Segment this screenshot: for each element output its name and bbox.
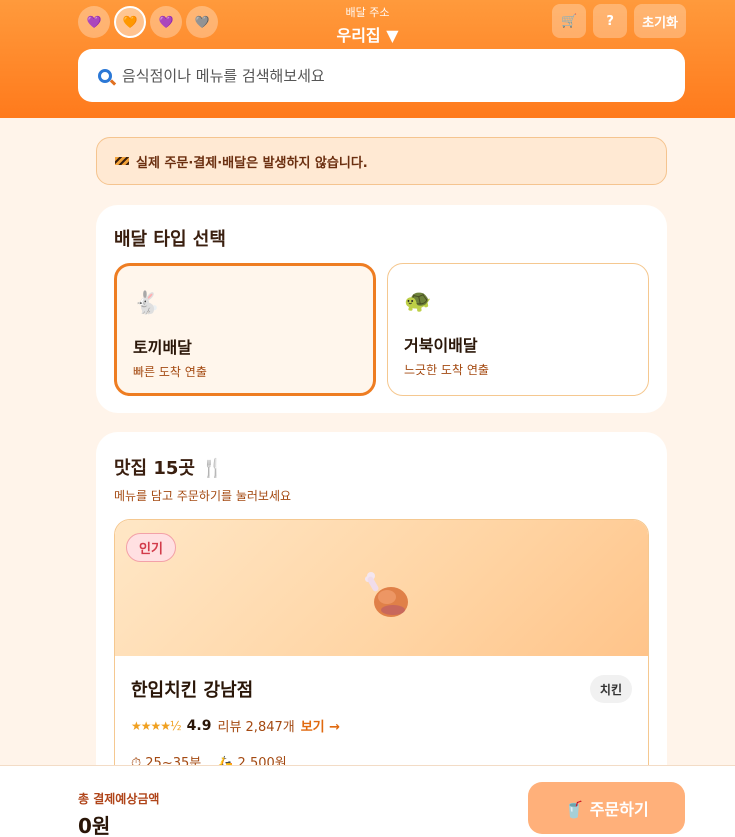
- delivery-option-turtle[interactable]: 🐢 거북이배달 느긋한 도착 연출: [387, 263, 649, 396]
- total-label: 총 결제예상금액: [78, 792, 160, 806]
- delivery-type-title: 배달 타입 선택: [114, 229, 226, 250]
- order-button[interactable]: 🥤 주문하기: [528, 782, 685, 834]
- notice-text: 실제 주문·결제·배달은 발생하지 않습니다.: [136, 155, 368, 171]
- top-actions: 🛒 ? 초기화: [552, 4, 686, 38]
- top-header: 💜 🧡 💜 🩶 배달 주소 우리집 ▼ 🛒 ? 초기화 음식점이나 메뉴를 검색…: [0, 0, 735, 118]
- delivery-option-desc: 느긋한 도착 연출: [404, 363, 489, 377]
- drumstick-icon: [365, 572, 408, 617]
- restaurant-image: 인기: [115, 520, 648, 656]
- search-input[interactable]: 음식점이나 메뉴를 검색해보세요: [78, 49, 685, 102]
- notice-banner: 실제 주문·결제·배달은 발생하지 않습니다.: [96, 137, 667, 185]
- restaurant-count-title: 맛집 15곳 🍴: [114, 458, 224, 479]
- rabbit-icon: 🐇: [133, 291, 161, 316]
- delivery-option-desc: 빠른 도착 연출: [133, 365, 207, 379]
- popular-badge: 인기: [126, 533, 176, 562]
- restaurant-name: 한입치킨 강남점: [131, 680, 254, 701]
- restaurant-subtitle: 메뉴를 담고 주문하기를 눌러보세요: [114, 489, 292, 503]
- delivery-option-rabbit[interactable]: 🐇 토끼배달 빠른 도착 연출: [114, 263, 376, 396]
- total-amount: 0원: [78, 814, 111, 837]
- rating-score: 4.9: [186, 717, 212, 734]
- warning-stripe-icon: [115, 157, 129, 165]
- delivery-type-card: 배달 타입 선택 🐇 토끼배달 빠른 도착 연출 🐢 거북이배달 느긋한 도착 …: [96, 205, 667, 413]
- checkout-bar: 총 결제예상금액 0원 🥤 주문하기: [0, 765, 735, 837]
- rating-row: ★★★★½ 4.9 리뷰 2,847개 보기 →: [131, 716, 340, 736]
- delivery-option-name: 토끼배달: [133, 338, 192, 357]
- view-reviews-link[interactable]: 보기 →: [301, 716, 340, 735]
- star-rating-icon: ★★★★½: [131, 718, 182, 733]
- search-placeholder: 음식점이나 메뉴를 검색해보세요: [122, 67, 325, 85]
- delivery-option-name: 거북이배달: [404, 336, 478, 355]
- help-button[interactable]: ?: [593, 4, 628, 38]
- turtle-icon: 🐢: [404, 289, 432, 314]
- category-badge: 치킨: [589, 675, 632, 703]
- reset-button[interactable]: 초기화: [634, 4, 686, 38]
- review-count: 리뷰 2,847개: [217, 720, 295, 735]
- cart-button[interactable]: 🛒: [552, 4, 587, 38]
- search-icon: [98, 68, 112, 83]
- cart-icon: 🛒: [561, 13, 578, 29]
